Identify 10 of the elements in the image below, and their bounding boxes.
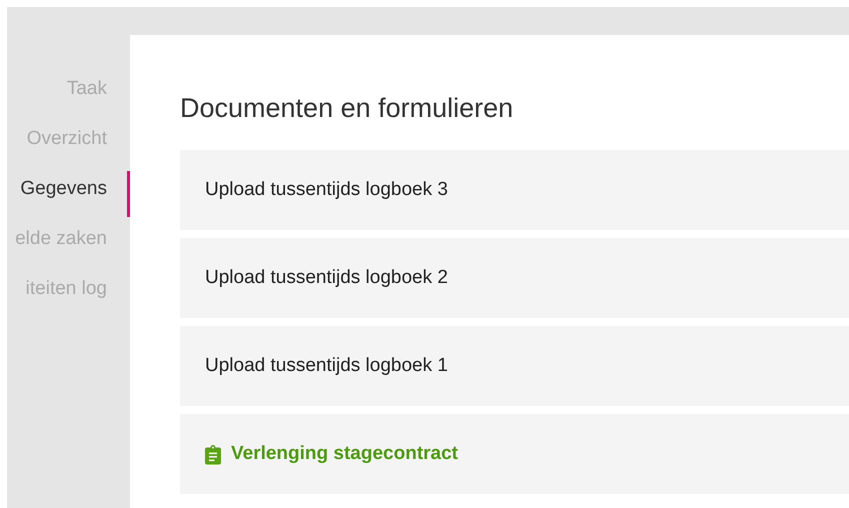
document-item[interactable]: Upload tussentijds logboek 3 [180, 150, 849, 230]
sidebar-item[interactable]: Taak [66, 71, 130, 117]
sidebar-item[interactable]: Overzicht [26, 121, 130, 167]
document-item[interactable]: Verlenging stagecontract [180, 414, 849, 494]
sidebar-item[interactable]: iteiten log [26, 271, 130, 317]
clipboard-icon [205, 444, 221, 464]
section-title: Documenten en formulieren [180, 93, 514, 124]
document-item[interactable]: Upload tussentijds logboek 1 [180, 326, 849, 406]
document-item[interactable]: Upload tussentijds logboek 2 [180, 238, 849, 318]
sidebar-item[interactable]: elde zaken [15, 221, 130, 267]
